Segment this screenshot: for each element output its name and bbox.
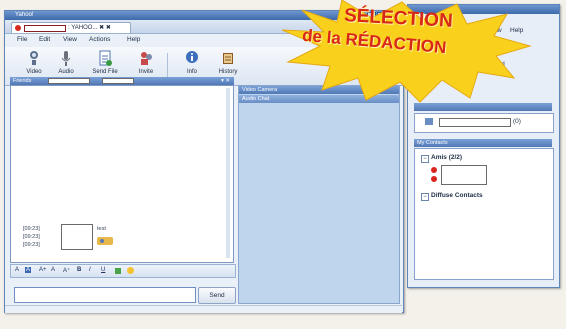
- emoticon-icon: [97, 236, 113, 246]
- video-label: Video: [26, 69, 42, 75]
- send-file-icon: [98, 50, 112, 66]
- info-icon: [185, 50, 199, 66]
- conversation-scrollbar[interactable]: [226, 88, 230, 258]
- redacted-name: [48, 78, 90, 84]
- editors-choice-badge: SÉLECTION de la RÉDACTION: [282, 0, 532, 104]
- media-pane: Video Camera Audio Chat: [238, 85, 400, 304]
- emoticon-picker-icon[interactable]: [127, 267, 134, 274]
- message-row: [09:23]: [23, 226, 40, 232]
- redacted-contact[interactable]: [441, 165, 487, 185]
- conversation-pane[interactable]: [09:23] [09:23] [09:23] test: [10, 85, 234, 263]
- redacted-name: [439, 118, 511, 127]
- message-time: [09:23]: [23, 234, 40, 240]
- audio-label: Audio: [58, 69, 74, 75]
- menu-help[interactable]: Help: [127, 36, 140, 43]
- contacts-search-header: [414, 103, 552, 111]
- italic-button[interactable]: I: [89, 267, 91, 273]
- send-button[interactable]: Send: [198, 287, 236, 304]
- contacts-header-label: My Contacts: [417, 140, 448, 146]
- pane-controls[interactable]: ▾ ✕: [221, 77, 230, 85]
- status-bar: [5, 305, 402, 313]
- toolbar-separator: [167, 53, 168, 79]
- message-text: test: [97, 226, 106, 232]
- offline-status-icon: [431, 176, 437, 182]
- video-camera-label: Video Camera: [242, 87, 278, 93]
- contact-list[interactable]: − Amis (2/2) − Diffuse Contacts: [414, 148, 554, 280]
- conversation-header-label: Friends: [13, 78, 32, 84]
- font-size-button[interactable]: A: [51, 267, 55, 273]
- superscript-button[interactable]: A⁺: [63, 267, 70, 274]
- menu-edit[interactable]: Edit: [39, 36, 50, 43]
- menu-file[interactable]: File: [17, 36, 27, 43]
- contact-search-box[interactable]: (0): [414, 113, 554, 133]
- window-title: Yahoo!: [15, 12, 34, 18]
- history-icon: [221, 50, 235, 66]
- offline-status-icon: [431, 167, 437, 173]
- message-time: [09:23]: [23, 226, 40, 232]
- conversation-header: Friends ▾ ✕: [10, 77, 234, 85]
- message-row: [09:23]: [23, 234, 40, 240]
- redacted-name: [102, 78, 134, 84]
- color-swatch-icon[interactable]: [115, 268, 121, 274]
- contact-count: (0): [513, 118, 521, 125]
- status-dot-icon: [15, 25, 21, 31]
- menu-actions[interactable]: Actions: [89, 36, 110, 43]
- contact-group[interactable]: Amis (2/2): [431, 154, 462, 161]
- menu-view[interactable]: View: [63, 36, 77, 43]
- webcam-icon: [27, 50, 41, 66]
- tab-label: : YAHOO... ✖ ✖: [68, 25, 111, 31]
- font-color-button[interactable]: A: [15, 267, 19, 273]
- conversation-tab[interactable]: : YAHOO... ✖ ✖: [11, 22, 131, 33]
- collapse-icon[interactable]: −: [421, 155, 429, 163]
- format-toolbar: A A A+ A A⁺ B I U: [10, 264, 236, 278]
- contact-group[interactable]: Diffuse Contacts: [431, 192, 483, 199]
- invite-label: Invite: [138, 69, 154, 75]
- invite-icon: [139, 50, 153, 66]
- history-label: History: [218, 69, 238, 75]
- redacted-name: [24, 25, 66, 32]
- redacted-sender: [61, 224, 93, 250]
- message-time: [09:23]: [23, 242, 40, 248]
- message-input[interactable]: [14, 287, 196, 303]
- message-row: [09:23]: [23, 242, 40, 248]
- send-file-label: Send File: [92, 69, 118, 75]
- info-label: Info: [186, 69, 197, 75]
- contacts-header: My Contacts: [414, 139, 552, 147]
- font-button[interactable]: A: [25, 267, 32, 273]
- bold-button[interactable]: B: [77, 267, 81, 273]
- contact-card-icon: [425, 118, 433, 125]
- audio-chat-label: Audio Chat: [242, 96, 270, 102]
- underline-button[interactable]: U: [101, 267, 105, 273]
- grow-font-button[interactable]: A+: [39, 267, 47, 273]
- microphone-icon: [59, 50, 73, 66]
- collapse-icon[interactable]: −: [421, 193, 429, 201]
